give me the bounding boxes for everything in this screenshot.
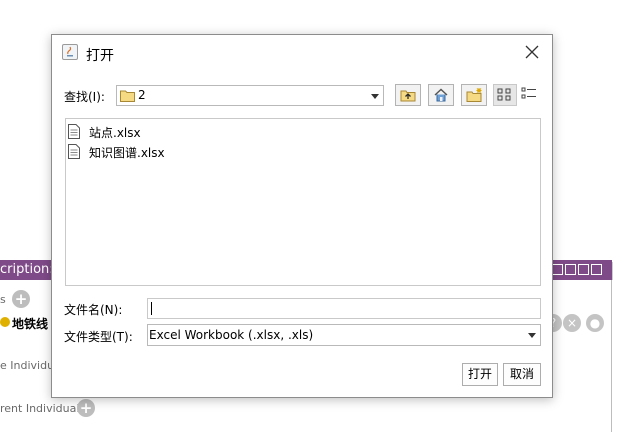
file-icon bbox=[68, 124, 80, 139]
dialog-titlebar[interactable]: 打开 bbox=[52, 35, 552, 71]
look-in-combo[interactable]: 2 bbox=[116, 85, 384, 106]
file-list[interactable]: 站点.xlsx 知识图谱.xlsx bbox=[65, 118, 541, 286]
background-close-button[interactable] bbox=[591, 264, 602, 275]
background-edge bbox=[612, 262, 618, 280]
java-app-icon bbox=[62, 44, 78, 60]
file-type-combo[interactable]: Excel Workbook (.xlsx, .xls) bbox=[147, 324, 541, 346]
list-view-button[interactable] bbox=[493, 84, 517, 106]
text-caret bbox=[151, 302, 152, 315]
background-section-title: cription: bbox=[0, 262, 54, 277]
open-file-dialog: 打开 查找(I): 2 站点.xlsx 知识图谱.xlsx 文件名(N): 文件… bbox=[51, 34, 553, 398]
details-view-button[interactable] bbox=[518, 84, 542, 106]
look-in-value: 2 bbox=[138, 88, 146, 102]
up-folder-button[interactable] bbox=[395, 84, 421, 106]
file-name-input[interactable] bbox=[147, 298, 541, 319]
new-folder-button[interactable] bbox=[461, 84, 487, 106]
file-name: 知识图谱.xlsx bbox=[89, 146, 165, 160]
cancel-button[interactable]: 取消 bbox=[503, 363, 541, 386]
look-in-label: 查找(I): bbox=[64, 90, 105, 104]
background-minimize-button[interactable] bbox=[565, 264, 576, 275]
file-name-label: 文件名(N): bbox=[64, 303, 123, 317]
open-button[interactable]: 打开 bbox=[462, 363, 498, 386]
home-button[interactable] bbox=[428, 84, 454, 106]
background-pin-button[interactable] bbox=[552, 264, 563, 275]
dialog-title: 打开 bbox=[86, 48, 114, 64]
file-name: 站点.xlsx bbox=[89, 126, 141, 140]
file-icon bbox=[68, 144, 80, 159]
file-type-value: Excel Workbook (.xlsx, .xls) bbox=[149, 328, 314, 342]
folder-icon bbox=[120, 90, 135, 102]
add-current-individual-icon[interactable]: + bbox=[77, 399, 95, 417]
options-icon[interactable]: ● bbox=[586, 314, 604, 332]
new-folder-icon bbox=[466, 88, 482, 102]
list-view-icon bbox=[497, 88, 511, 101]
close-icon[interactable] bbox=[524, 44, 540, 60]
background-window-buttons bbox=[552, 264, 602, 275]
entity-dot-icon bbox=[0, 317, 10, 327]
background-line-current-individuals: rent Individuals bbox=[0, 402, 86, 415]
background-line-s: s bbox=[0, 293, 6, 306]
add-icon[interactable]: + bbox=[12, 290, 30, 308]
chevron-down-icon bbox=[528, 333, 536, 338]
background-entity-label: 地铁线 bbox=[12, 317, 49, 331]
chevron-down-icon bbox=[371, 94, 379, 99]
details-view-icon bbox=[521, 87, 536, 99]
file-type-label: 文件类型(T): bbox=[64, 330, 133, 344]
home-icon bbox=[434, 88, 448, 102]
up-folder-icon bbox=[400, 90, 416, 102]
background-maximize-button[interactable] bbox=[578, 264, 589, 275]
remove-icon[interactable]: × bbox=[563, 314, 581, 332]
